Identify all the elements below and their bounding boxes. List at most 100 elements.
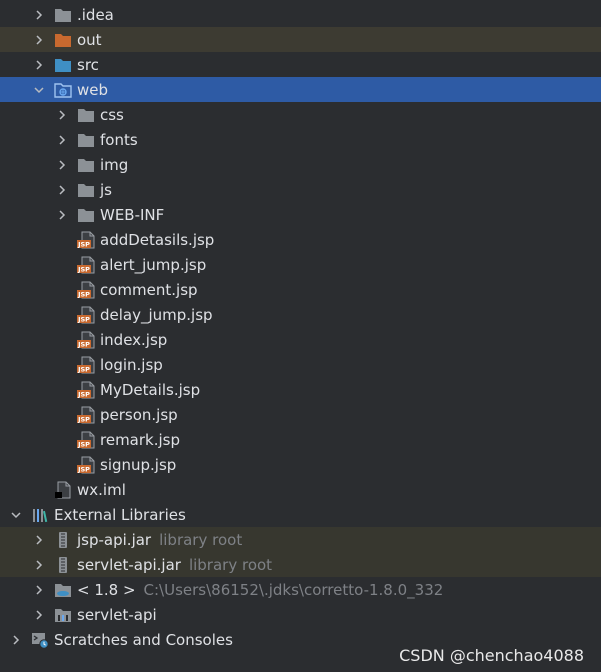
- library-icon: [54, 606, 72, 624]
- tree-item-label: comment.jsp: [100, 280, 198, 299]
- tree-item-label: addDetasils.jsp: [100, 230, 215, 249]
- chevron-right-icon[interactable]: [55, 183, 69, 197]
- chevron-right-icon[interactable]: [32, 33, 46, 47]
- chevron-down-icon[interactable]: [32, 83, 46, 97]
- tree-item-label: out: [77, 30, 102, 49]
- svg-text:JSP: JSP: [77, 465, 90, 473]
- jsp-file-icon: JSP: [77, 431, 95, 449]
- arrow-slot[interactable]: [9, 508, 31, 522]
- file-index-jsp[interactable]: JSP index.jsp: [0, 327, 601, 352]
- fonts-folder[interactable]: fonts: [0, 127, 601, 152]
- folder-icon: [54, 6, 72, 24]
- svg-text:JSP: JSP: [77, 240, 90, 248]
- web-folder-icon: [54, 81, 72, 99]
- jsp-file-icon: JSP: [77, 356, 95, 374]
- arrow-slot[interactable]: [55, 208, 77, 222]
- arrow-slot[interactable]: [32, 83, 54, 97]
- svg-text:JSP: JSP: [77, 315, 90, 323]
- file-person-jsp[interactable]: JSP person.jsp: [0, 402, 601, 427]
- folder-icon: [77, 156, 95, 174]
- idea-folder[interactable]: .idea: [0, 2, 601, 27]
- arrow-slot[interactable]: [32, 8, 54, 22]
- file-comment-jsp[interactable]: JSP comment.jsp: [0, 277, 601, 302]
- arrow-slot[interactable]: [32, 558, 54, 572]
- jsp-file-icon: JSP: [77, 381, 95, 399]
- excluded-folder-icon: [54, 31, 72, 49]
- file-delay-jump-jsp[interactable]: JSP delay_jump.jsp: [0, 302, 601, 327]
- chevron-right-icon[interactable]: [55, 208, 69, 222]
- svg-text:JSP: JSP: [77, 265, 90, 273]
- iml-file-icon: [54, 481, 72, 499]
- folder-icon: [77, 131, 95, 149]
- img-folder[interactable]: img: [0, 152, 601, 177]
- tree-item-label: .idea: [77, 5, 114, 24]
- lib-jsp-api-jar[interactable]: jsp-api.jar library root: [0, 527, 601, 552]
- jsp-file-icon: JSP: [77, 231, 95, 249]
- watermark: CSDN @chenchao4088: [399, 646, 584, 665]
- arrow-slot[interactable]: [55, 133, 77, 147]
- chevron-right-icon[interactable]: [55, 158, 69, 172]
- arrow-slot[interactable]: [32, 583, 54, 597]
- svg-text:JSP: JSP: [77, 440, 90, 448]
- lib-servlet-api[interactable]: servlet-api: [0, 602, 601, 627]
- arrow-slot[interactable]: [32, 533, 54, 547]
- jsp-file-icon: JSP: [77, 406, 95, 424]
- tree-item-label: Scratches and Consoles: [54, 630, 233, 649]
- tree-item-label: < 1.8 >: [77, 580, 136, 599]
- chevron-right-icon[interactable]: [55, 108, 69, 122]
- jsp-file-icon: JSP: [77, 281, 95, 299]
- tree-item-label: signup.jsp: [100, 455, 177, 474]
- tree-item-hint: library root: [159, 530, 243, 549]
- external-libraries[interactable]: External Libraries: [0, 502, 601, 527]
- folder-icon: [77, 206, 95, 224]
- file-mydetails-jsp[interactable]: JSP MyDetails.jsp: [0, 377, 601, 402]
- tree-item-label: img: [100, 155, 129, 174]
- css-folder[interactable]: css: [0, 102, 601, 127]
- web-folder[interactable]: web: [0, 77, 601, 102]
- chevron-down-icon[interactable]: [9, 508, 23, 522]
- chevron-right-icon[interactable]: [55, 133, 69, 147]
- arrow-slot[interactable]: [55, 158, 77, 172]
- svg-text:JSP: JSP: [77, 365, 90, 373]
- arrow-slot[interactable]: [32, 58, 54, 72]
- arrow-slot[interactable]: [32, 608, 54, 622]
- arrow-slot[interactable]: [55, 108, 77, 122]
- chevron-right-icon[interactable]: [32, 558, 46, 572]
- out-folder[interactable]: out: [0, 27, 601, 52]
- arrow-slot[interactable]: [32, 33, 54, 47]
- js-folder[interactable]: js: [0, 177, 601, 202]
- chevron-right-icon[interactable]: [32, 608, 46, 622]
- lib-jdk[interactable]: < 1.8 > C:\Users\86152\.jdks\corretto-1.8…: [0, 577, 601, 602]
- file-adddetasils-jsp[interactable]: JSP addDetasils.jsp: [0, 227, 601, 252]
- chevron-right-icon[interactable]: [32, 8, 46, 22]
- file-remark-jsp[interactable]: JSP remark.jsp: [0, 427, 601, 452]
- file-signup-jsp[interactable]: JSP signup.jsp: [0, 452, 601, 477]
- src-folder[interactable]: src: [0, 52, 601, 77]
- lib-servlet-api-jar[interactable]: servlet-api.jar library root: [0, 552, 601, 577]
- tree-item-label: login.jsp: [100, 355, 163, 374]
- libraries-icon: [31, 506, 49, 524]
- source-folder-icon: [54, 56, 72, 74]
- tree-item-label: WEB-INF: [100, 205, 165, 224]
- arrow-slot[interactable]: [55, 183, 77, 197]
- file-login-jsp[interactable]: JSP login.jsp: [0, 352, 601, 377]
- jsp-file-icon: JSP: [77, 306, 95, 324]
- chevron-right-icon[interactable]: [32, 533, 46, 547]
- web-inf-folder[interactable]: WEB-INF: [0, 202, 601, 227]
- file-alert-jump-jsp[interactable]: JSP alert_jump.jsp: [0, 252, 601, 277]
- file-wx-iml[interactable]: wx.iml: [0, 477, 601, 502]
- tree-item-label: wx.iml: [77, 480, 126, 499]
- chevron-right-icon[interactable]: [9, 633, 23, 647]
- tree-item-label: servlet-api.jar: [77, 555, 181, 574]
- tree-item-label: servlet-api: [77, 605, 157, 624]
- arrow-slot[interactable]: [9, 633, 31, 647]
- tree-item-hint: C:\Users\86152\.jdks\corretto-1.8.0_332: [143, 580, 444, 599]
- svg-text:JSP: JSP: [77, 290, 90, 298]
- chevron-right-icon[interactable]: [32, 58, 46, 72]
- tree-item-label: src: [77, 55, 99, 74]
- tree-item-hint: library root: [188, 555, 273, 574]
- tree-item-label: remark.jsp: [100, 430, 180, 449]
- tree-item-label: delay_jump.jsp: [100, 305, 213, 324]
- chevron-right-icon[interactable]: [32, 583, 46, 597]
- folder-icon: [77, 181, 95, 199]
